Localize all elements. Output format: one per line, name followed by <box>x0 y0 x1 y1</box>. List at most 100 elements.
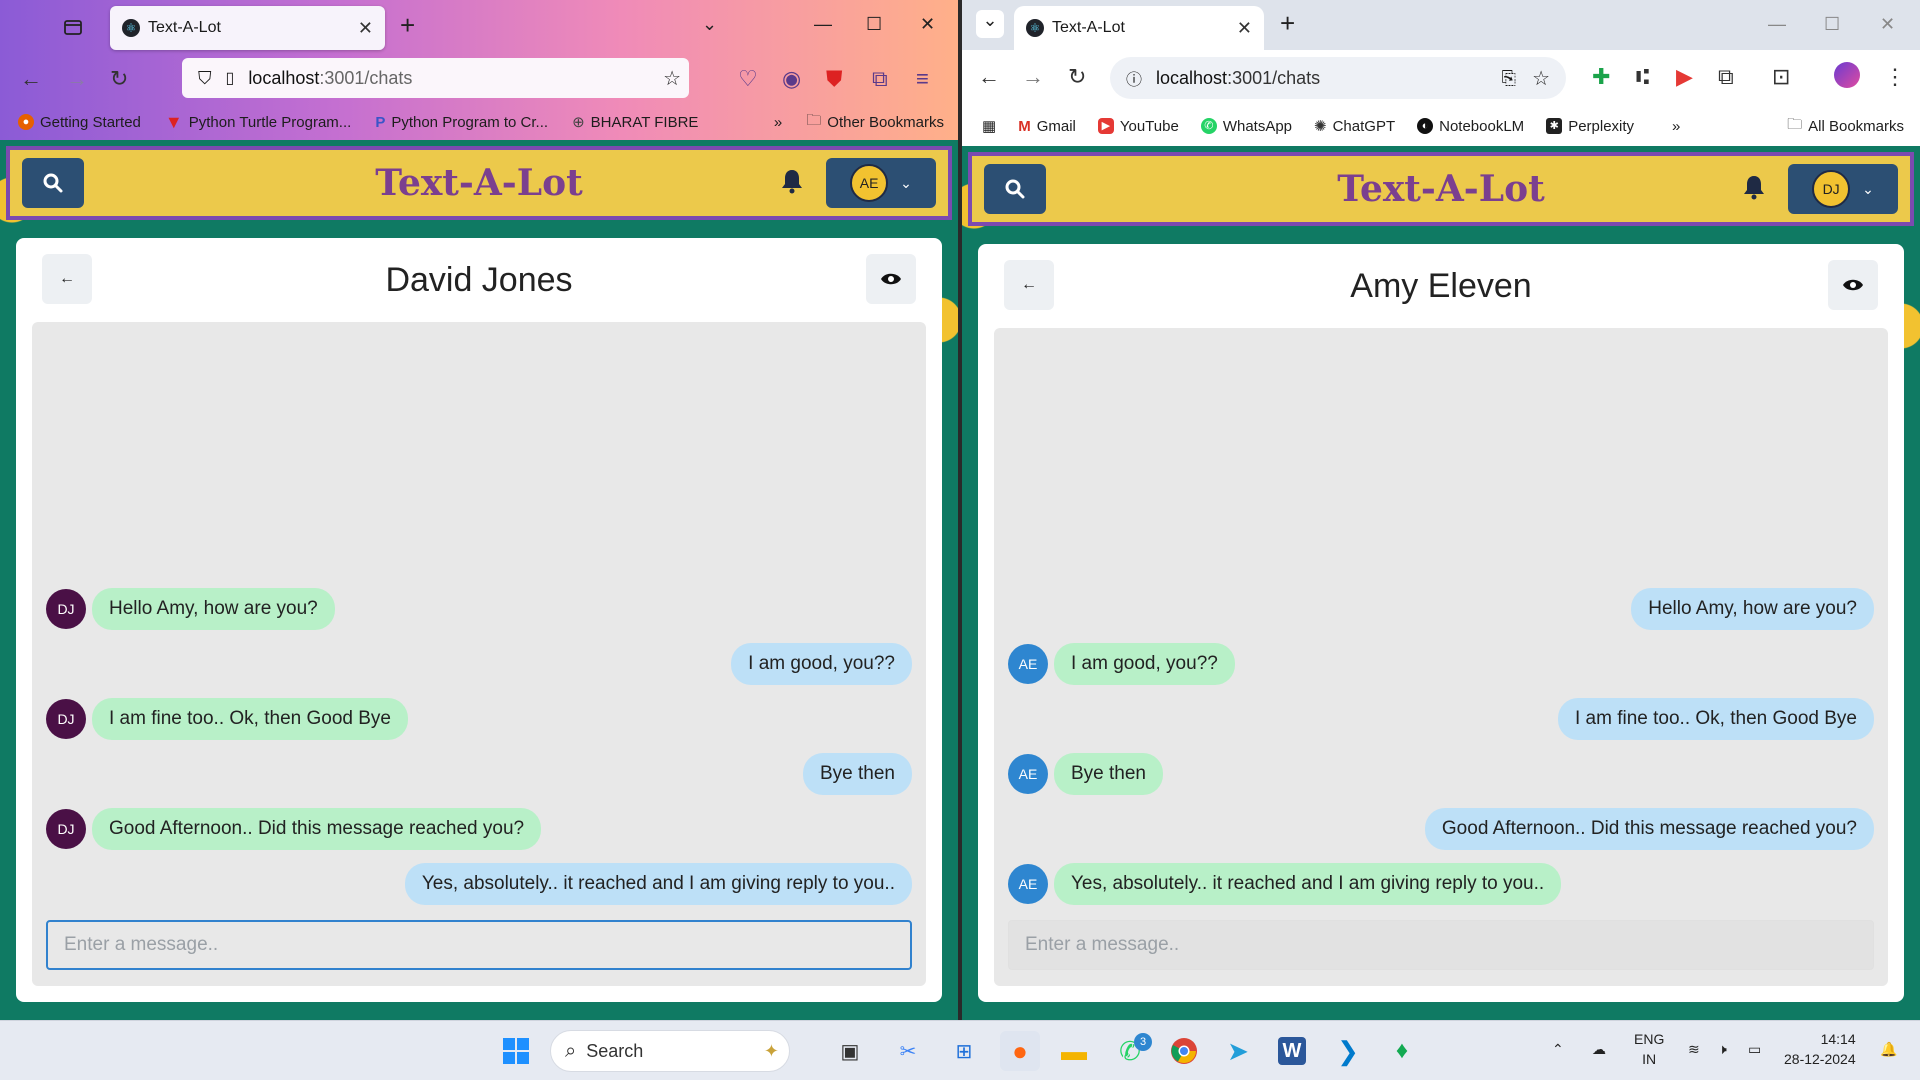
messages-area[interactable]: Hello Amy, how are you? AE I am good, you?… <box>994 328 1888 986</box>
back-icon[interactable]: ← <box>978 64 1000 90</box>
menu-icon[interactable]: ≡ <box>916 66 929 92</box>
youtube-extension-icon[interactable]: ▶ <box>1676 64 1693 90</box>
reload-icon[interactable]: ↻ <box>110 66 128 92</box>
folder-icon[interactable]: ▬ <box>1054 1031 1094 1071</box>
bookmark-bharat-fibre[interactable]: ⊕ BHARAT FIBRE <box>572 113 698 132</box>
message-incoming: AE I am good, you?? <box>1008 641 1874 686</box>
bookmark-whatsapp[interactable]: ✆ WhatsApp <box>1200 118 1292 135</box>
plus-extension-icon[interactable]: ✚ <box>1592 64 1610 90</box>
chevron-up-icon[interactable]: ⌃ <box>1552 1039 1564 1059</box>
firefox-taskbar-icon[interactable]: ● <box>1000 1031 1040 1071</box>
tab-text-a-lot[interactable]: ⚛ Text-A-Lot ✕ <box>110 6 385 50</box>
close-tab-icon[interactable]: ✕ <box>1237 18 1252 39</box>
address-bar[interactable]: ⛉ ▯ localhost:3001/chats ☆ <box>182 58 689 98</box>
start-button[interactable] <box>496 1031 536 1071</box>
url-path: :3001/chats <box>319 67 413 88</box>
apps-button[interactable]: ▦ <box>982 117 996 135</box>
chevron-down-icon[interactable]: ⌄ <box>702 14 717 35</box>
notebooklm-icon: ◐ <box>1417 118 1434 134</box>
extension-icon[interactable]: ⑆ <box>1636 64 1649 90</box>
user-menu-button[interactable]: AE ⌄ <box>826 158 936 208</box>
reload-icon[interactable]: ↻ <box>1068 64 1086 90</box>
install-icon[interactable]: ⎘ <box>1502 68 1516 89</box>
tab-search-icon[interactable]: ⌄ <box>976 10 1004 38</box>
word-icon[interactable]: W <box>1272 1031 1312 1071</box>
tab-list-icon[interactable] <box>62 16 84 38</box>
chrome-icon[interactable] <box>1164 1031 1204 1071</box>
maximize-icon[interactable]: ☐ <box>866 14 882 35</box>
bookmark-getting-started[interactable]: ● Getting Started <box>18 114 141 131</box>
pocket-icon[interactable]: ♡ <box>738 66 758 92</box>
more-icon[interactable]: ⋮ <box>1884 64 1906 90</box>
message-input[interactable]: Enter a message.. <box>1008 920 1874 970</box>
bookmark-youtube[interactable]: ▶ YouTube <box>1097 118 1179 135</box>
bell-icon[interactable] <box>1742 174 1766 205</box>
forward-icon[interactable]: → <box>1022 64 1044 90</box>
extensions-icon[interactable]: ⧉ <box>872 66 888 92</box>
snipping-tool-icon[interactable]: ✂ <box>888 1031 928 1071</box>
bookmark-chatgpt[interactable]: ✺ ChatGPT <box>1314 117 1395 136</box>
search-icon <box>1005 179 1025 199</box>
bookmarks-overflow[interactable]: » <box>1672 118 1680 135</box>
language-indicator[interactable]: ENG IN <box>1634 1029 1664 1069</box>
bookmark-python-program[interactable]: P Python Program to Cr... <box>375 114 548 131</box>
maximize-icon[interactable]: ☐ <box>1824 14 1840 35</box>
cast-icon[interactable]: ⊡ <box>1772 64 1790 90</box>
profile-icon[interactable] <box>1834 62 1860 88</box>
star-icon[interactable]: ☆ <box>1532 66 1550 91</box>
vscode-icon[interactable]: ❯ <box>1328 1031 1368 1071</box>
ublock-icon[interactable]: ⛊ <box>826 66 843 92</box>
close-window-icon[interactable]: ✕ <box>1880 14 1895 35</box>
chrome-toolbar: ⌄ ⚛ Text-A-Lot ✕ + — ☐ ✕ ← → ↻ ⓘ localho… <box>962 0 1920 146</box>
bookmark-perplexity[interactable]: ✱ Perplexity <box>1546 118 1634 135</box>
task-view-icon[interactable]: ▣ <box>830 1031 870 1071</box>
cloud-icon[interactable]: ☁ <box>1592 1039 1606 1059</box>
all-bookmarks[interactable]: 🗀 All Bookmarks <box>1787 114 1904 139</box>
other-bookmarks[interactable]: 🗀 Other Bookmarks <box>806 110 944 135</box>
back-icon[interactable]: ← <box>20 66 42 92</box>
view-profile-button[interactable] <box>1828 260 1878 310</box>
bell-icon[interactable] <box>780 168 804 199</box>
mute-icon[interactable]: 🕨 <box>1718 1039 1727 1059</box>
close-tab-icon[interactable]: ✕ <box>358 18 373 39</box>
minimize-icon[interactable]: — <box>1768 14 1786 35</box>
message-bubble: I am good, you?? <box>1054 642 1235 685</box>
search-button[interactable] <box>22 158 84 208</box>
taskbar-search[interactable]: ⌕ Search ✦ <box>550 1030 790 1072</box>
minimize-icon[interactable]: — <box>814 14 832 35</box>
clock[interactable]: 14:14 28-12-2024 <box>1784 1029 1856 1069</box>
battery-icon[interactable]: ▭ <box>1748 1039 1761 1059</box>
notification-bell-icon[interactable]: 🔔 <box>1880 1039 1897 1059</box>
address-bar[interactable]: ⓘ localhost:3001/chats ⎘ ☆ <box>1110 57 1566 99</box>
bookmark-gmail[interactable]: M Gmail <box>1018 118 1076 135</box>
new-tab-icon[interactable]: + <box>1280 8 1295 39</box>
message-input[interactable]: Enter a message.. <box>46 920 912 970</box>
message-incoming: DJ I am fine too.. Ok, then Good Bye <box>46 696 912 741</box>
shield-icon[interactable]: ⛉ <box>198 68 212 89</box>
message-bubble: Yes, absolutely.. it reached and I am gi… <box>1054 862 1562 905</box>
bookmark-notebooklm[interactable]: ◐ NotebookLM <box>1417 118 1524 135</box>
back-button[interactable]: ← <box>42 254 92 304</box>
view-profile-button[interactable] <box>866 254 916 304</box>
avatar: DJ <box>1812 170 1851 208</box>
search-button[interactable] <box>984 164 1046 214</box>
message-bubble: Hello Amy, how are you? <box>1631 587 1874 630</box>
messages-area[interactable]: DJ Hello Amy, how are you? I am good, you?… <box>32 322 926 986</box>
star-icon[interactable]: ☆ <box>663 66 681 91</box>
telegram-icon[interactable]: ➤ <box>1218 1031 1258 1071</box>
tab-text-a-lot[interactable]: ⚛ Text-A-Lot ✕ <box>1014 6 1264 50</box>
user-menu-button[interactable]: DJ ⌄ <box>1788 164 1898 214</box>
mongodb-icon[interactable]: ♦ <box>1382 1031 1422 1071</box>
close-window-icon[interactable]: ✕ <box>920 14 935 35</box>
bookmark-python-turtle[interactable]: ▼ Python Turtle Program... <box>165 112 351 133</box>
whatsapp-icon[interactable]: ✆ 3 <box>1110 1031 1152 1071</box>
extensions-icon[interactable]: ⧉ <box>1718 64 1734 90</box>
new-tab-icon[interactable]: + <box>400 10 415 41</box>
back-button[interactable]: ← <box>1004 260 1054 310</box>
forward-icon[interactable]: → <box>66 66 88 92</box>
site-info-icon[interactable]: ⓘ <box>1126 66 1142 90</box>
store-icon[interactable]: ⊞ <box>944 1031 984 1071</box>
wifi-icon[interactable]: ≋ <box>1688 1039 1700 1059</box>
account-icon[interactable]: ◉ <box>782 66 801 92</box>
bookmarks-overflow[interactable]: » <box>774 114 782 131</box>
